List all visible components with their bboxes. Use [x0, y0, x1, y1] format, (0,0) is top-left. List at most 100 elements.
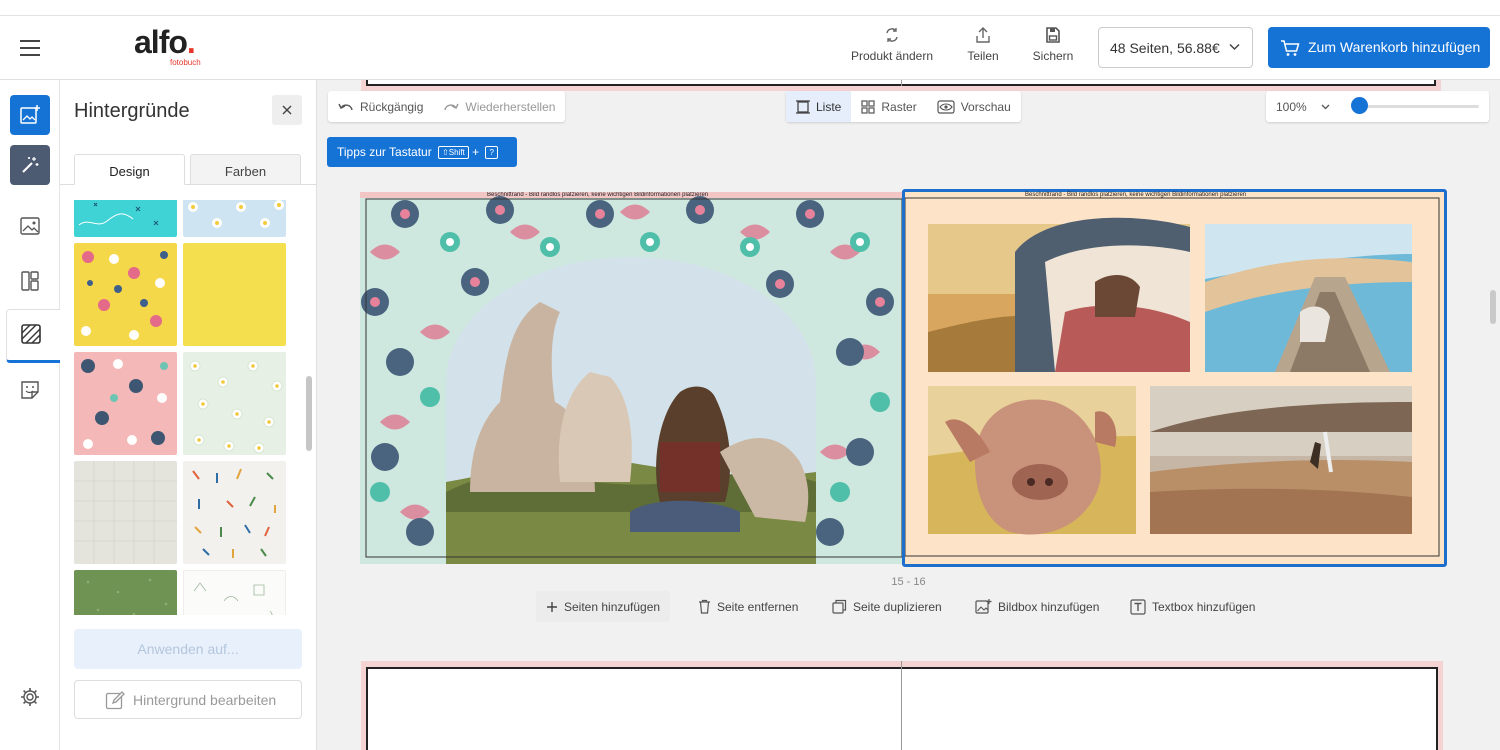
bleed-note-left: Beschnittrand - Bild randlos platzieren,…: [487, 192, 709, 198]
magic-wand-icon: [22, 157, 39, 173]
image-icon: [20, 217, 40, 235]
background-thumbnail-grid: [74, 200, 289, 615]
redo-icon: [444, 103, 460, 110]
plus-icon: [547, 601, 557, 612]
chevron-down-icon: [1321, 104, 1330, 109]
view-grid-button[interactable]: Raster: [851, 91, 926, 122]
alfo-logo[interactable]: alfo. fotobuch: [134, 26, 214, 70]
add-text-box-label: Textbox hinzufügen: [1152, 599, 1256, 614]
history-toolbar: Rückgängig Wiederherstellen: [328, 91, 566, 122]
change-product-button[interactable]: Produkt ändern: [846, 24, 938, 72]
edit-background-button[interactable]: Hintergrund bearbeiten: [74, 680, 302, 719]
duplicate-page-button[interactable]: Seite duplizieren: [822, 591, 952, 622]
photo-beach-stairs: [1205, 224, 1412, 372]
rail-stickers-button[interactable]: [10, 370, 50, 410]
add-image-box-label: Bildbox hinzufügen: [998, 599, 1100, 614]
add-photo-icon: [20, 105, 40, 124]
rail-images-button[interactable]: [10, 206, 50, 246]
add-pages-button[interactable]: Seiten hinzufügen: [536, 591, 671, 622]
logo-subtitle: fotobuch: [170, 58, 201, 67]
backgrounds-panel: Hintergründe Design Farben Anwenden auf.…: [60, 80, 317, 750]
view-preview-button[interactable]: Vorschau: [927, 91, 1021, 122]
canvas-scrollbar[interactable]: [1490, 290, 1496, 324]
share-button[interactable]: Teilen: [962, 24, 1004, 72]
trash-icon: [699, 599, 710, 614]
settings-gear-icon[interactable]: [19, 686, 41, 708]
left-page[interactable]: Beschnittrand - Bild randlos platzieren,…: [360, 192, 902, 564]
add-image-box-button[interactable]: Bildbox hinzufügen: [965, 591, 1109, 622]
right-page-selected[interactable]: Beschnittrand - Bild randlos platzieren,…: [902, 189, 1447, 567]
view-list-button[interactable]: Liste: [786, 91, 852, 122]
save-button[interactable]: Sichern: [1028, 24, 1078, 72]
photo-van-interior: [928, 217, 1190, 372]
zoom-select[interactable]: 100%: [1266, 100, 1330, 114]
add-image-icon: [975, 599, 992, 614]
pages-price-select[interactable]: 48 Seiten, 56.88€: [1098, 27, 1253, 68]
rail-backgrounds-button[interactable]: [6, 309, 60, 363]
thumb-mint-daisies[interactable]: [183, 352, 286, 455]
keyboard-tips-label: Tipps zur Tastatur: [337, 145, 432, 159]
tool-rail: [0, 80, 60, 750]
close-panel-button[interactable]: [272, 95, 302, 125]
thumb-grey-linen[interactable]: [74, 461, 177, 564]
floppy-disk-icon: [1046, 27, 1060, 43]
redo-label: Wiederherstellen: [465, 99, 556, 114]
tab-farben[interactable]: Farben: [190, 154, 301, 185]
share-icon: [976, 27, 990, 43]
grid-view-icon: [861, 99, 875, 114]
edit-background-label: Hintergrund bearbeiten: [133, 692, 277, 708]
photobook-spread[interactable]: Beschnittrand - Bild randlos platzieren,…: [360, 189, 1447, 567]
logo-dot: .: [186, 24, 196, 60]
tab-design[interactable]: Design: [74, 154, 185, 185]
view-grid-label: Raster: [881, 99, 917, 114]
zoom-slider-track[interactable]: [1361, 105, 1479, 108]
thumb-white-lineart[interactable]: [183, 570, 286, 615]
list-view-icon: [796, 99, 810, 114]
refresh-icon: [886, 28, 898, 42]
photo-pig: [928, 386, 1136, 535]
add-to-cart-label: Zum Warenkorb hinzufügen: [1308, 39, 1481, 55]
change-product-label: Produkt ändern: [850, 49, 934, 63]
rail-layouts-button[interactable]: [10, 261, 50, 301]
add-text-box-button[interactable]: Textbox hinzufügen: [1120, 591, 1265, 622]
duplicate-page-label: Seite duplizieren: [853, 599, 942, 614]
panel-scrollbar[interactable]: [306, 376, 312, 451]
photo-surfer-beach: [1150, 386, 1412, 534]
zoom-value: 100%: [1276, 99, 1307, 114]
zoom-slider-handle[interactable]: [1351, 97, 1368, 114]
view-preview-label: Vorschau: [960, 99, 1011, 114]
thumb-tools-pattern[interactable]: [183, 461, 286, 564]
apply-to-button[interactable]: Anwenden auf...: [74, 629, 302, 669]
menu-icon[interactable]: [20, 40, 40, 56]
sticker-icon: [21, 381, 39, 399]
thumb-blue-daisies[interactable]: [183, 200, 286, 237]
thumb-solid-yellow[interactable]: [183, 243, 286, 346]
undo-icon: [338, 103, 353, 110]
editor-canvas[interactable]: Rückgängig Wiederherstellen Liste Raster…: [317, 80, 1500, 750]
redo-button[interactable]: Wiederherstellen: [433, 91, 565, 122]
rail-add-photo-button[interactable]: [10, 95, 50, 135]
previous-spread[interactable]: [361, 80, 1441, 91]
undo-button[interactable]: Rückgängig: [328, 91, 433, 122]
panel-title: Hintergründe: [74, 100, 190, 122]
add-pages-label: Seiten hinzufügen: [564, 599, 661, 614]
remove-page-button[interactable]: Seite entfernen: [688, 591, 808, 622]
thumb-green-dots[interactable]: [74, 570, 177, 615]
thumb-turquoise-doodle[interactable]: [74, 200, 177, 237]
pages-price-value: 48 Seiten, 56.88€: [1110, 40, 1220, 56]
preview-eye-icon: [937, 99, 955, 114]
chevron-down-icon: [1229, 43, 1240, 51]
next-spread[interactable]: [361, 661, 1443, 750]
close-icon: [282, 105, 292, 115]
thumb-yellow-flowers[interactable]: [74, 243, 177, 346]
rail-magic-button[interactable]: [10, 145, 50, 185]
keyboard-tips-button[interactable]: Tipps zur Tastatur ⇧Shift + ?: [327, 137, 517, 167]
share-label: Teilen: [967, 49, 999, 63]
photo-collage: [904, 192, 1444, 564]
thumb-pink-flowers[interactable]: [74, 352, 177, 455]
floral-background-pattern: [360, 192, 902, 564]
browser-top-strip: [0, 0, 1500, 16]
text-box-icon: [1130, 598, 1146, 615]
add-to-cart-button[interactable]: Zum Warenkorb hinzufügen: [1268, 27, 1490, 68]
undo-label: Rückgängig: [360, 99, 424, 114]
